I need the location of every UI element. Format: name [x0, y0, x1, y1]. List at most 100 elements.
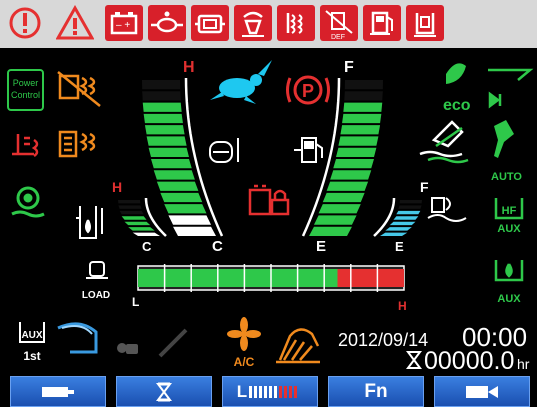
engine-stop-icon [9, 7, 41, 39]
engine-oil-temp-icon [209, 138, 239, 163]
hydraulic-segment [121, 216, 147, 220]
ac-fan-icon [227, 317, 261, 351]
coolant-segment [151, 159, 192, 169]
hf-label: HF [502, 205, 517, 217]
load-key-bar [264, 385, 268, 398]
fuel-segment [322, 192, 365, 203]
soft-key-bar: L Fn [0, 376, 537, 407]
gear-label: 1st [23, 349, 40, 363]
hour-meter-display: 00000.0 [424, 347, 514, 374]
status-canvas: AUX 1st A/C 2012/09/14 00:00 00000.0 hr [19, 317, 530, 374]
eco-mode-icon [446, 63, 466, 84]
coolant-segment [164, 204, 207, 214]
dpf-disabled-icon [57, 71, 101, 107]
battery-charge-icon: – + [105, 5, 143, 41]
coolant-level-icon [234, 5, 272, 41]
load-key-bar [274, 385, 278, 398]
fuel-pump-icon [294, 137, 323, 163]
display-icon [42, 386, 74, 397]
def-segment [393, 216, 419, 220]
hourglass-key-icon [156, 382, 172, 401]
svg-text:– +: – + [116, 20, 130, 31]
crusher-icon [427, 197, 467, 222]
warning-bar: – + DEF [0, 0, 537, 48]
def-empty-label: E [395, 239, 404, 254]
fuel-segment [340, 125, 381, 135]
hourglass-soft-key[interactable] [116, 376, 212, 407]
engine-load-bar [137, 264, 405, 292]
fuel-segment [344, 91, 383, 101]
fuel-segment [336, 147, 377, 157]
date-display: 2012/09/14 [338, 330, 428, 350]
coolant-segment [156, 181, 199, 191]
auto-idle-icon [11, 186, 45, 218]
load-red-fill [337, 269, 404, 287]
aux1-label: AUX [497, 223, 521, 235]
engine-load-icon [86, 261, 108, 279]
power-control-line1: Power [13, 78, 39, 88]
load-key-bar [259, 385, 263, 398]
auto-mode-icon [494, 120, 514, 158]
def-level-gauge [373, 197, 422, 237]
auto-label: AUTO [491, 171, 522, 183]
load-key-bar [284, 385, 288, 398]
ac-label: A/C [234, 355, 255, 369]
hydraulic-low-label: C [142, 239, 152, 254]
load-green-fill [138, 269, 338, 287]
fuel-segment [326, 181, 369, 191]
def-segment [389, 221, 416, 226]
load-label: LOAD [82, 290, 110, 301]
def-segment [399, 200, 422, 204]
coolant-segment [146, 136, 187, 146]
menu-soft-key[interactable] [10, 376, 106, 407]
preheat-icon [277, 5, 315, 41]
coolant-segment [173, 226, 216, 236]
work-light-icon [276, 328, 320, 364]
hour-unit: hr [517, 356, 530, 372]
coolant-segment [148, 147, 189, 157]
hourglass-icon [406, 351, 422, 369]
main-gauge-screen: Power Control LOAD H C H C F E F E P eco… [0, 48, 537, 316]
load-low-label: L [132, 295, 139, 309]
exhaust-temp-icon [12, 134, 39, 158]
status-bar: AUX 1st A/C 2012/09/14 00:00 00000.0 hr [0, 316, 537, 374]
oil-pressure-icon [148, 5, 186, 41]
fuel-segment [330, 170, 372, 180]
fuel-segment [338, 136, 379, 146]
hydraulic-lock-icon [248, 184, 290, 216]
gauge-canvas: Power Control LOAD H C H C F E F E P eco… [7, 59, 534, 313]
def-segment [385, 227, 412, 231]
camera-soft-key[interactable] [434, 376, 530, 407]
fn-soft-key[interactable]: Fn [328, 376, 424, 407]
load-key-bar [254, 385, 258, 398]
hydraulic-segment [132, 232, 160, 236]
hydraulic-temp-gauge [118, 197, 167, 237]
load-high-label: H [398, 299, 407, 313]
hydraulic-filter-icon [406, 5, 444, 41]
load-key-bar [269, 385, 273, 398]
load-bars-icon [249, 385, 298, 398]
coolant-segment [142, 80, 181, 90]
coolant-segment [144, 125, 185, 135]
hydraulic-oil-icon [76, 206, 103, 239]
fn-key-label: Fn [364, 380, 388, 402]
power-control-line2: Control [11, 90, 40, 100]
fuel-segment [318, 204, 361, 214]
coolant-segment [143, 113, 183, 124]
def-segment [398, 205, 422, 209]
load-key-bar [294, 385, 298, 398]
regeneration-icon [58, 130, 96, 158]
load-soft-key[interactable]: L [222, 376, 318, 407]
hydraulic-segment [128, 227, 155, 231]
def-full-label: F [420, 179, 429, 195]
fuel-segment [309, 226, 352, 236]
load-key-bar [279, 385, 283, 398]
attachment-mode-icon [419, 120, 464, 158]
load-key-bar [249, 385, 253, 398]
fuel-segment [342, 113, 382, 124]
coolant-segment [153, 170, 195, 180]
def-icon: DEF [320, 5, 358, 41]
pen-off-icon [158, 328, 188, 358]
fuel-segment [344, 80, 383, 90]
coolant-low-label: C [212, 238, 223, 255]
